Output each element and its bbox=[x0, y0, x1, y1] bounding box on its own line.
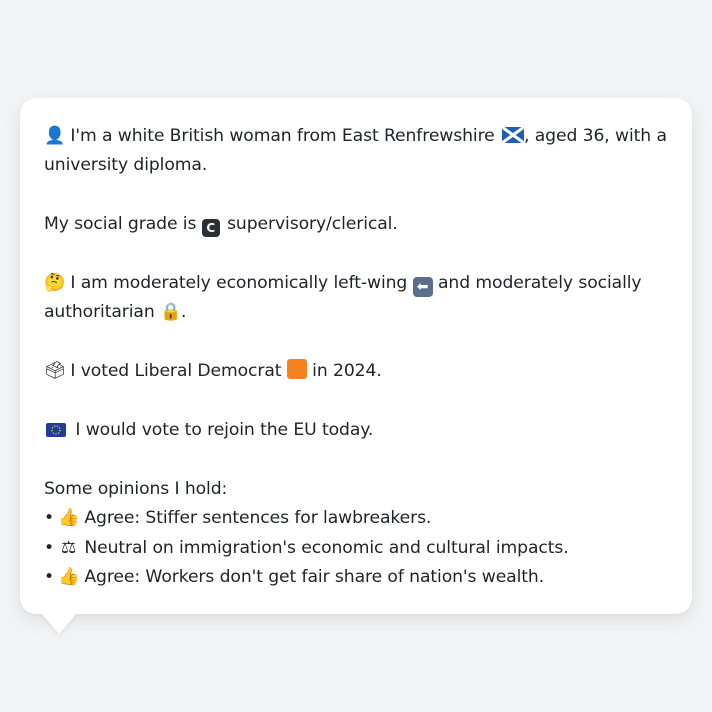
identity-text: I'm a white British woman from East Renf… bbox=[70, 126, 495, 146]
opinion-item: • ⚖ Neutral on immigration's economic and… bbox=[44, 534, 668, 563]
opinion-item: • 👍 Agree: Stiffer sentences for lawbreak… bbox=[44, 504, 668, 533]
eu-text: I would vote to rejoin the EU today. bbox=[75, 420, 374, 440]
opinion-text: Agree: Workers don't get fair share of n… bbox=[84, 567, 545, 588]
left-arrow-icon: ⬅ bbox=[412, 277, 433, 297]
identity-text-age: , aged 36, with a bbox=[524, 126, 667, 146]
profile-line-social-grade: My social grade is C supervisory/clerica… bbox=[44, 210, 668, 239]
person-icon: 👤 bbox=[44, 126, 66, 146]
opinions-heading: Some opinions I hold: bbox=[44, 478, 228, 499]
letter-c-icon: C bbox=[201, 219, 220, 238]
bullet: • bbox=[44, 537, 55, 558]
bullet: • bbox=[44, 567, 55, 588]
profile-line-ideology-cont: authoritarian 🔒. bbox=[44, 298, 668, 327]
social-grade-value: supervisory/clerical. bbox=[227, 214, 398, 235]
ideology-social: and moderately socially bbox=[437, 273, 642, 293]
thinking-face-icon: 🤔 bbox=[44, 273, 66, 293]
ideology-economic: I am moderately economically left-wing bbox=[70, 273, 408, 293]
ballot-box-icon: 🗳 bbox=[44, 361, 66, 382]
vote-year: in 2024. bbox=[312, 361, 382, 382]
profile-line-vote: 🗳 I voted Liberal Democrat in 2024. bbox=[44, 357, 668, 386]
profile-line-eu: I would vote to rejoin the EU today. bbox=[44, 416, 668, 445]
orange-square-icon bbox=[286, 359, 307, 380]
ideology-end: . bbox=[181, 302, 187, 323]
social-grade-prefix: My social grade is bbox=[44, 214, 197, 235]
profile-line-ideology: 🤔 I am moderately economically left-wing… bbox=[44, 269, 668, 298]
bubble-tail bbox=[40, 612, 78, 634]
profile-card: 👤 I'm a white British woman from East Re… bbox=[20, 98, 692, 614]
thumbs-up-icon: 👍 bbox=[58, 508, 80, 529]
opinion-text: Neutral on immigration's economic and cu… bbox=[84, 537, 569, 558]
thumbs-up-icon: 👍 bbox=[58, 567, 80, 588]
balance-scale-icon: ⚖ bbox=[60, 537, 77, 558]
opinion-item: • 👍 Agree: Workers don't get fair share o… bbox=[44, 563, 668, 592]
profile-line-identity: 👤 I'm a white British woman from East Re… bbox=[44, 122, 668, 151]
vote-text: I voted Liberal Democrat bbox=[70, 361, 282, 382]
ideology-social-cont: authoritarian bbox=[44, 302, 155, 323]
lock-icon: 🔒 bbox=[160, 302, 182, 323]
bullet: • bbox=[44, 508, 55, 529]
opinion-text: Agree: Stiffer sentences for lawbreakers… bbox=[84, 508, 432, 529]
scotland-flag-icon bbox=[502, 127, 525, 143]
identity-text-cont: university diploma. bbox=[44, 155, 208, 176]
eu-flag-icon bbox=[46, 423, 66, 437]
